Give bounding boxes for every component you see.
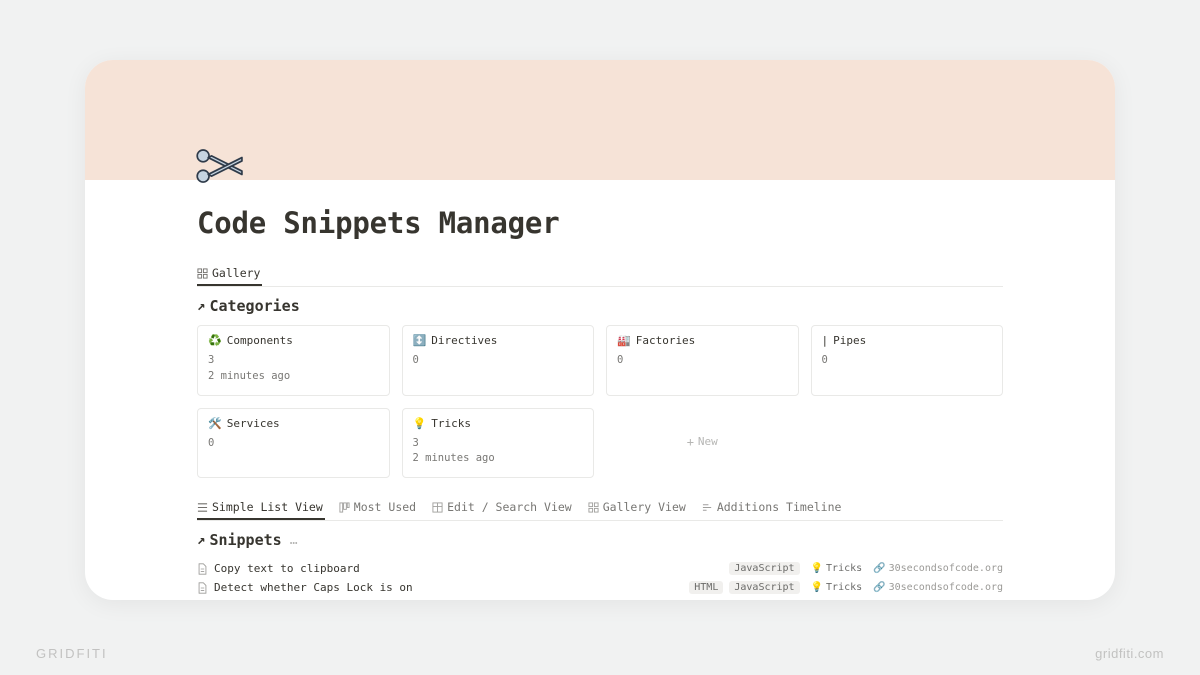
gallery-icon [197, 268, 208, 279]
category-name: Tricks [431, 417, 471, 430]
tab-gallery-view[interactable]: Gallery View [588, 496, 688, 520]
plus-icon: + [687, 435, 694, 449]
new-category-button[interactable]: + New [606, 408, 799, 479]
category-tag: 💡 Tricks [806, 581, 868, 594]
tab-label: Additions Timeline [717, 500, 842, 514]
tab-simple-list-view[interactable]: Simple List View [197, 496, 325, 520]
categories-section-header[interactable]: ↗ Categories [197, 297, 1003, 315]
category-count: 3 [208, 353, 379, 369]
link-icon: 🔗 [873, 563, 885, 574]
tab-label: Gallery [212, 266, 260, 280]
source-text: 30secondsofcode.org [889, 563, 1003, 574]
category-count: 0 [822, 353, 993, 369]
category-count: 0 [208, 436, 379, 452]
gallery-icon [588, 502, 599, 513]
page-icon [197, 582, 208, 594]
category-emoji: ♻️ [208, 335, 222, 346]
category-name: Components [227, 334, 293, 347]
category-emoji: 💡 [811, 582, 823, 593]
snippets-tabbar: Simple List View Most Used Edit / Search… [197, 496, 1003, 521]
category-emoji: 💡 [811, 563, 823, 574]
category-count: 3 [413, 436, 584, 452]
category-tag: 💡 Tricks [806, 562, 868, 575]
snippets-section-header[interactable]: ↗ Snippets … [197, 531, 1003, 549]
category-name: Pipes [833, 334, 866, 347]
category-name: Tricks [826, 563, 862, 574]
arrow-icon: ↗ [197, 298, 205, 314]
category-emoji: ↕️ [413, 335, 427, 346]
new-label: New [698, 435, 718, 448]
tab-edit-search-view[interactable]: Edit / Search View [432, 496, 574, 520]
category-name: Tricks [826, 582, 862, 593]
tab-label: Gallery View [603, 500, 686, 514]
tab-label: Simple List View [212, 500, 323, 514]
tab-label: Edit / Search View [447, 500, 572, 514]
list-icon [197, 502, 208, 513]
category-count: 0 [617, 353, 788, 369]
category-emoji: | [822, 335, 829, 346]
category-card[interactable]: 💡 Tricks 3 2 minutes ago [402, 408, 595, 479]
category-card[interactable]: 🏭 Factories 0 [606, 325, 799, 396]
category-card[interactable]: 🛠️ Services 0 [197, 408, 390, 479]
category-name: Directives [431, 334, 497, 347]
section-title: Categories [209, 297, 299, 315]
tab-most-used[interactable]: Most Used [339, 496, 418, 520]
snippet-row[interactable]: Copy text to clipboard JavaScript 💡 Tric… [197, 559, 1003, 578]
brand-logo-text: GRIDFITI [36, 646, 108, 661]
page-cover [85, 60, 1115, 180]
category-time: 2 minutes ago [413, 451, 584, 467]
scissors-icon[interactable] [193, 144, 247, 188]
app-window: Code Snippets Manager Gallery ↗ Categori… [85, 60, 1115, 600]
page-content: Code Snippets Manager Gallery ↗ Categori… [85, 180, 1115, 597]
category-emoji: 🛠️ [208, 418, 222, 429]
category-count: 0 [413, 353, 584, 369]
board-icon [339, 502, 350, 513]
tab-gallery[interactable]: Gallery [197, 262, 262, 286]
category-card[interactable]: ♻️ Components 3 2 minutes ago [197, 325, 390, 396]
lang-tag: HTML [689, 581, 723, 594]
tab-additions-timeline[interactable]: Additions Timeline [702, 496, 844, 520]
lang-tag: JavaScript [729, 581, 799, 594]
category-name: Factories [636, 334, 696, 347]
lang-tag: JavaScript [729, 562, 799, 575]
more-icon[interactable]: … [290, 533, 298, 548]
category-emoji: 🏭 [617, 335, 631, 346]
table-icon [432, 502, 443, 513]
page-title: Code Snippets Manager [197, 206, 1003, 240]
categories-gallery: ♻️ Components 3 2 minutes ago ↕️ Directi… [197, 325, 1003, 478]
snippet-title: Copy text to clipboard [214, 562, 360, 575]
page-icon [197, 563, 208, 575]
link-icon: 🔗 [873, 582, 885, 593]
brand-url: gridfiti.com [1095, 646, 1164, 661]
page-footer: GRIDFITI gridfiti.com [36, 646, 1164, 661]
snippet-row[interactable]: Detect whether Caps Lock is on HTML Java… [197, 578, 1003, 597]
source-link[interactable]: 🔗 30secondsofcode.org [873, 563, 1003, 574]
snippet-title: Detect whether Caps Lock is on [214, 581, 413, 594]
timeline-icon [702, 502, 713, 513]
category-time: 2 minutes ago [208, 369, 379, 385]
section-title: Snippets [209, 531, 281, 549]
category-card[interactable]: ↕️ Directives 0 [402, 325, 595, 396]
category-card[interactable]: | Pipes 0 [811, 325, 1004, 396]
arrow-icon: ↗ [197, 532, 205, 548]
categories-tabbar: Gallery [197, 262, 1003, 287]
category-emoji: 💡 [413, 418, 427, 429]
source-text: 30secondsofcode.org [889, 582, 1003, 593]
category-name: Services [227, 417, 280, 430]
source-link[interactable]: 🔗 30secondsofcode.org [873, 582, 1003, 593]
tab-label: Most Used [354, 500, 416, 514]
